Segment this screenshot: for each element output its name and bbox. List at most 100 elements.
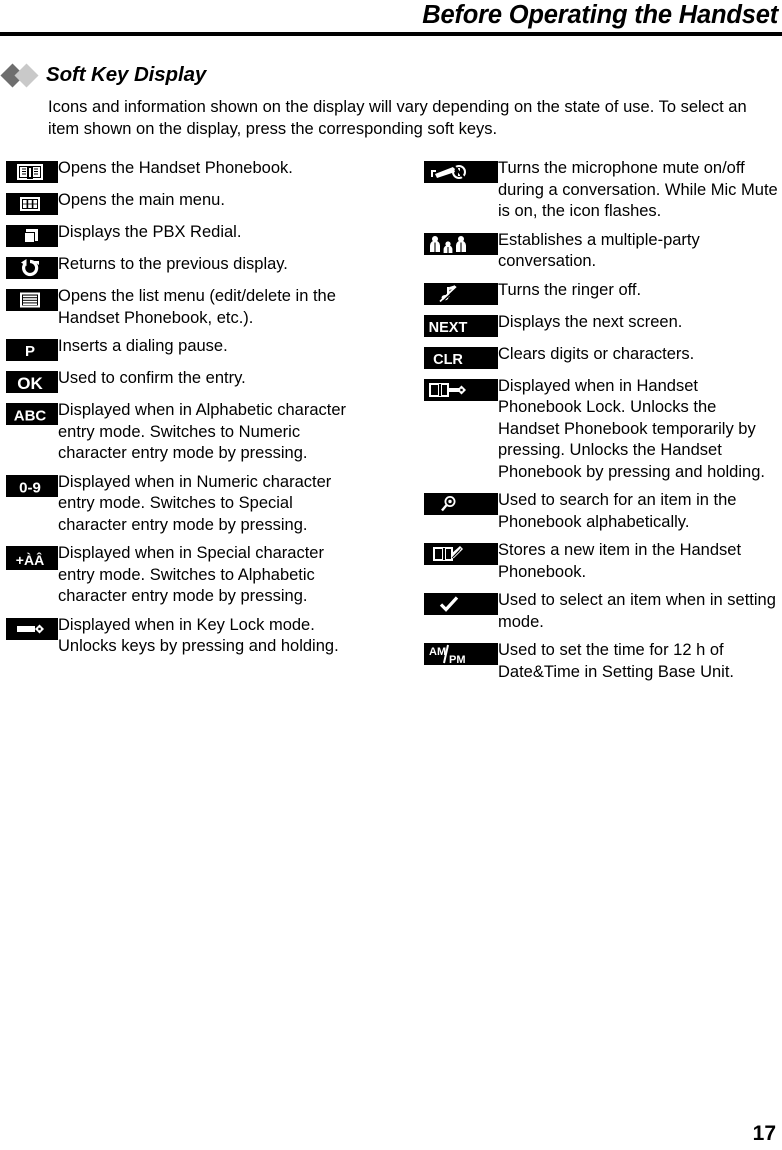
table-row: NEXT Displays the next screen. — [424, 312, 782, 337]
icon-cell — [6, 158, 58, 183]
svg-text:P: P — [25, 343, 35, 360]
row-description: Used to confirm the entry. — [58, 369, 246, 387]
row-description: Used to set the time for 12 h of Date&Ti… — [498, 641, 734, 681]
svg-text:+ÀÂ: +ÀÂ — [16, 551, 44, 568]
ringer-off-icon — [424, 282, 498, 305]
svg-text:PM: PM — [449, 654, 466, 665]
special-chars-icon: +ÀÂ — [6, 546, 58, 570]
table-row: Used to search for an item in the Phoneb… — [424, 490, 782, 533]
list-menu-icon — [6, 289, 58, 311]
row-description: Opens the list menu (edit/delete in the … — [58, 287, 336, 327]
table-row: CLR Clears digits or characters. — [424, 344, 782, 369]
table-row: P Inserts a dialing pause. — [6, 336, 396, 361]
svg-text:0-9: 0-9 — [19, 479, 41, 496]
table-row: Turns the ringer off. — [424, 280, 782, 305]
icon-cell: AM PM — [424, 640, 498, 665]
icon-cell — [424, 158, 498, 183]
key-lock-icon — [6, 617, 58, 640]
table-row: Turns the microphone mute on/off during … — [424, 158, 782, 223]
row-description: Displayed when in Handset Phonebook Lock… — [498, 376, 765, 481]
pbx-redial-icon — [6, 225, 58, 247]
table-row: AM PM Used to set the time for 12 h of D… — [424, 640, 782, 683]
abc-icon: ABC — [6, 403, 58, 425]
row-description: Displayed when in Key Lock mode. Unlocks… — [58, 615, 339, 656]
icon-cell — [424, 540, 498, 565]
icon-cell — [424, 376, 498, 401]
table-row: Opens the Handset Phonebook. — [6, 158, 396, 183]
section-intro-text: Icons and information shown on the displ… — [48, 98, 747, 138]
table-row: Establishes a multiple-party conversatio… — [424, 230, 782, 273]
icon-cell — [6, 222, 58, 247]
page-number: 17 — [752, 1122, 776, 1145]
table-row: OK Used to confirm the entry. — [6, 368, 396, 393]
svg-text:NEXT: NEXT — [429, 320, 468, 336]
clear-icon: CLR — [424, 346, 498, 369]
table-row: Displayed when in Handset Phonebook Lock… — [424, 376, 782, 484]
row-description: Displays the next screen. — [498, 312, 683, 331]
row-description: Displayed when in Numeric character entr… — [58, 472, 332, 534]
page-title: Before Operating the Handset — [422, 1, 778, 29]
icon-cell — [6, 254, 58, 279]
am-pm-icon: AM PM — [424, 643, 498, 665]
row-description: Stores a new item in the Handset Phonebo… — [498, 541, 742, 581]
next-icon: NEXT — [424, 314, 498, 337]
table-row: ABC Displayed when in Alphabetic charact… — [6, 400, 396, 465]
icon-cell: +ÀÂ — [6, 543, 58, 570]
table-row: Displays the PBX Redial. — [6, 222, 396, 247]
icon-cell — [6, 615, 58, 640]
row-description: Opens the main menu. — [58, 191, 225, 209]
row-description: Inserts a dialing pause. — [58, 337, 228, 355]
svg-text:CLR: CLR — [433, 352, 463, 368]
mic-mute-icon — [424, 161, 498, 183]
header-divider — [0, 32, 782, 36]
icon-cell — [6, 286, 58, 311]
row-description: Returns to the previous display. — [58, 255, 288, 273]
icon-cell — [424, 280, 498, 305]
row-description: Displays the PBX Redial. — [58, 223, 242, 241]
checkmark-select-icon — [424, 593, 498, 615]
row-description: Displayed when in Alphabetic character e… — [58, 401, 347, 462]
soft-key-column-right: Turns the microphone mute on/off during … — [424, 158, 782, 690]
search-magnifier-icon — [424, 493, 498, 515]
ok-icon: OK — [6, 371, 58, 393]
row-description: Used to select an item when in setting m… — [498, 591, 776, 631]
row-description: Turns the ringer off. — [498, 280, 642, 299]
row-description: Establishes a multiple-party conversatio… — [498, 230, 700, 271]
svg-text:ABC: ABC — [14, 408, 47, 425]
table-row: 0-9 Displayed when in Numeric character … — [6, 472, 396, 537]
row-description: Used to search for an item in the Phoneb… — [498, 491, 737, 531]
section-heading: Soft Key Display — [0, 62, 207, 88]
return-previous-icon — [6, 257, 58, 279]
icon-cell — [424, 590, 498, 615]
table-row: +ÀÂ Displayed when in Special character … — [6, 543, 396, 608]
numeric-0-9-icon: 0-9 — [6, 474, 58, 497]
icon-cell: NEXT — [424, 312, 498, 337]
row-description: Displayed when in Special character entr… — [58, 544, 324, 605]
icon-cell — [424, 230, 498, 255]
phonebook-store-icon — [424, 543, 498, 565]
icon-cell: ABC — [6, 400, 58, 425]
icon-cell: OK — [6, 368, 58, 393]
multi-party-icon — [424, 232, 498, 255]
diamond-light-icon — [14, 62, 39, 88]
table-row: Opens the list menu (edit/delete in the … — [6, 286, 396, 329]
icon-cell: 0-9 — [6, 472, 58, 497]
main-menu-grid-icon — [6, 193, 58, 215]
icon-cell: P — [6, 336, 58, 361]
phonebook-lock-icon — [424, 378, 498, 401]
phonebook-open-icon — [6, 161, 58, 183]
row-description: Opens the Handset Phonebook. — [58, 159, 293, 177]
svg-text:AM: AM — [429, 646, 446, 658]
table-row: Returns to the previous display. — [6, 254, 396, 279]
row-description: Turns the microphone mute on/off during … — [498, 159, 778, 220]
icon-cell: CLR — [424, 344, 498, 369]
row-description: Clears digits or characters. — [498, 344, 695, 363]
table-row: Used to select an item when in setting m… — [424, 590, 782, 633]
table-row: Opens the main menu. — [6, 190, 396, 215]
page-header: Before Operating the Handset — [0, 0, 782, 40]
pause-p-icon: P — [6, 339, 58, 361]
svg-text:OK: OK — [17, 374, 43, 393]
soft-key-column-left: Opens the Handset Phonebook. Opens the m… — [6, 158, 396, 665]
section-title: Soft Key Display — [46, 63, 207, 86]
icon-cell — [6, 190, 58, 215]
